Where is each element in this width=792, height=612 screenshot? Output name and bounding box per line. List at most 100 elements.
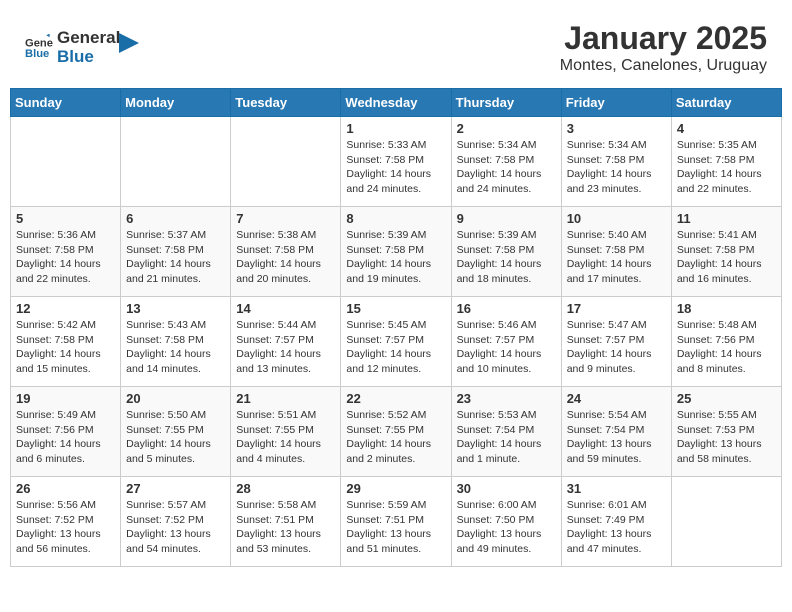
day-number: 20 — [126, 391, 225, 406]
calendar-day-cell: 20 Sunrise: 5:50 AM Sunset: 7:55 PM Dayli… — [121, 387, 231, 477]
calendar-day-cell: 16 Sunrise: 5:46 AM Sunset: 7:57 PM Dayli… — [451, 297, 561, 387]
calendar-day-cell: 15 Sunrise: 5:45 AM Sunset: 7:57 PM Dayli… — [341, 297, 451, 387]
day-info: Sunrise: 5:35 AM Sunset: 7:58 PM Dayligh… — [677, 138, 776, 197]
calendar-day-cell: 1 Sunrise: 5:33 AM Sunset: 7:58 PM Daylig… — [341, 117, 451, 207]
day-info: Sunrise: 5:33 AM Sunset: 7:58 PM Dayligh… — [346, 138, 445, 197]
day-info: Sunrise: 5:51 AM Sunset: 7:55 PM Dayligh… — [236, 408, 335, 467]
calendar-day-cell — [11, 117, 121, 207]
day-of-week-header: Tuesday — [231, 89, 341, 117]
calendar-day-cell: 7Sunrise: 5:38 AM Sunset: 7:58 PM Daylig… — [231, 207, 341, 297]
day-info: Sunrise: 5:50 AM Sunset: 7:55 PM Dayligh… — [126, 408, 225, 467]
day-number: 5 — [16, 211, 115, 226]
day-number: 27 — [126, 481, 225, 496]
day-info: Sunrise: 5:47 AM Sunset: 7:57 PM Dayligh… — [567, 318, 666, 377]
svg-text:Blue: Blue — [25, 48, 49, 60]
calendar-day-cell: 26Sunrise: 5:56 AM Sunset: 7:52 PM Dayli… — [11, 477, 121, 567]
calendar-day-cell: 29Sunrise: 5:59 AM Sunset: 7:51 PM Dayli… — [341, 477, 451, 567]
day-info: Sunrise: 5:40 AM Sunset: 7:58 PM Dayligh… — [567, 228, 666, 287]
calendar-day-cell: 9 Sunrise: 5:39 AM Sunset: 7:58 PM Daylig… — [451, 207, 561, 297]
day-info: Sunrise: 5:34 AM Sunset: 7:58 PM Dayligh… — [457, 138, 556, 197]
day-info: Sunrise: 6:00 AM Sunset: 7:50 PM Dayligh… — [457, 498, 556, 557]
day-number: 14 — [236, 301, 335, 316]
location-title: Montes, Canelones, Uruguay — [560, 57, 767, 75]
title-block: January 2025 Montes, Canelones, Uruguay — [560, 20, 767, 75]
day-of-week-header: Friday — [561, 89, 671, 117]
day-number: 15 — [346, 301, 445, 316]
day-info: Sunrise: 5:45 AM Sunset: 7:57 PM Dayligh… — [346, 318, 445, 377]
day-info: Sunrise: 5:41 AM Sunset: 7:58 PM Dayligh… — [677, 228, 776, 287]
day-number: 30 — [457, 481, 556, 496]
calendar-table: SundayMondayTuesdayWednesdayThursdayFrid… — [10, 88, 782, 567]
calendar-day-cell: 3Sunrise: 5:34 AM Sunset: 7:58 PM Daylig… — [561, 117, 671, 207]
calendar-day-cell: 19 Sunrise: 5:49 AM Sunset: 7:56 PM Dayli… — [11, 387, 121, 477]
calendar-day-cell: 14Sunrise: 5:44 AM Sunset: 7:57 PM Dayli… — [231, 297, 341, 387]
day-number: 24 — [567, 391, 666, 406]
day-info: Sunrise: 5:48 AM Sunset: 7:56 PM Dayligh… — [677, 318, 776, 377]
calendar-week-row: 19 Sunrise: 5:49 AM Sunset: 7:56 PM Dayli… — [11, 387, 782, 477]
day-info: Sunrise: 5:55 AM Sunset: 7:53 PM Dayligh… — [677, 408, 776, 467]
day-info: Sunrise: 5:53 AM Sunset: 7:54 PM Dayligh… — [457, 408, 556, 467]
calendar-day-cell: 25 Sunrise: 5:55 AM Sunset: 7:53 PM Dayli… — [671, 387, 781, 477]
day-number: 18 — [677, 301, 776, 316]
day-of-week-header: Wednesday — [341, 89, 451, 117]
day-number: 16 — [457, 301, 556, 316]
day-number: 10 — [567, 211, 666, 226]
calendar-day-cell — [231, 117, 341, 207]
calendar-week-row: 5Sunrise: 5:36 AM Sunset: 7:58 PM Daylig… — [11, 207, 782, 297]
day-info: Sunrise: 5:56 AM Sunset: 7:52 PM Dayligh… — [16, 498, 115, 557]
day-number: 9 — [457, 211, 556, 226]
day-info: Sunrise: 5:43 AM Sunset: 7:58 PM Dayligh… — [126, 318, 225, 377]
calendar-week-row: 26Sunrise: 5:56 AM Sunset: 7:52 PM Dayli… — [11, 477, 782, 567]
logo-blue-text: Blue — [57, 48, 120, 67]
day-number: 12 — [16, 301, 115, 316]
calendar-day-cell: 4Sunrise: 5:35 AM Sunset: 7:58 PM Daylig… — [671, 117, 781, 207]
day-of-week-header: Monday — [121, 89, 231, 117]
calendar-day-cell: 21 Sunrise: 5:51 AM Sunset: 7:55 PM Dayli… — [231, 387, 341, 477]
day-number: 6 — [126, 211, 225, 226]
calendar-header-row: SundayMondayTuesdayWednesdayThursdayFrid… — [11, 89, 782, 117]
day-number: 23 — [457, 391, 556, 406]
day-of-week-header: Sunday — [11, 89, 121, 117]
month-title: January 2025 — [560, 20, 767, 57]
calendar-day-cell: 23 Sunrise: 5:53 AM Sunset: 7:54 PM Dayli… — [451, 387, 561, 477]
day-info: Sunrise: 5:54 AM Sunset: 7:54 PM Dayligh… — [567, 408, 666, 467]
page-header: General Blue General Blue January 2025 M… — [10, 10, 782, 80]
day-info: Sunrise: 6:01 AM Sunset: 7:49 PM Dayligh… — [567, 498, 666, 557]
calendar-day-cell — [671, 477, 781, 567]
calendar-day-cell: 13 Sunrise: 5:43 AM Sunset: 7:58 PM Dayli… — [121, 297, 231, 387]
day-info: Sunrise: 5:42 AM Sunset: 7:58 PM Dayligh… — [16, 318, 115, 377]
calendar-week-row: 1 Sunrise: 5:33 AM Sunset: 7:58 PM Daylig… — [11, 117, 782, 207]
day-number: 28 — [236, 481, 335, 496]
day-info: Sunrise: 5:57 AM Sunset: 7:52 PM Dayligh… — [126, 498, 225, 557]
logo-icon: General Blue — [25, 34, 53, 62]
day-number: 8 — [346, 211, 445, 226]
day-number: 13 — [126, 301, 225, 316]
calendar-day-cell: 8Sunrise: 5:39 AM Sunset: 7:58 PM Daylig… — [341, 207, 451, 297]
day-number: 17 — [567, 301, 666, 316]
logo-arrow-icon — [119, 33, 139, 53]
day-number: 3 — [567, 121, 666, 136]
day-number: 19 — [16, 391, 115, 406]
calendar-day-cell — [121, 117, 231, 207]
day-info: Sunrise: 5:46 AM Sunset: 7:57 PM Dayligh… — [457, 318, 556, 377]
day-number: 22 — [346, 391, 445, 406]
day-of-week-header: Saturday — [671, 89, 781, 117]
calendar-day-cell: 10 Sunrise: 5:40 AM Sunset: 7:58 PM Dayli… — [561, 207, 671, 297]
calendar-day-cell: 17 Sunrise: 5:47 AM Sunset: 7:57 PM Dayli… — [561, 297, 671, 387]
day-number: 25 — [677, 391, 776, 406]
day-info: Sunrise: 5:49 AM Sunset: 7:56 PM Dayligh… — [16, 408, 115, 467]
day-number: 11 — [677, 211, 776, 226]
calendar-day-cell: 28Sunrise: 5:58 AM Sunset: 7:51 PM Dayli… — [231, 477, 341, 567]
calendar-day-cell: 11 Sunrise: 5:41 AM Sunset: 7:58 PM Dayli… — [671, 207, 781, 297]
day-number: 31 — [567, 481, 666, 496]
day-of-week-header: Thursday — [451, 89, 561, 117]
day-number: 7 — [236, 211, 335, 226]
day-number: 1 — [346, 121, 445, 136]
calendar-week-row: 12 Sunrise: 5:42 AM Sunset: 7:58 PM Dayli… — [11, 297, 782, 387]
day-info: Sunrise: 5:59 AM Sunset: 7:51 PM Dayligh… — [346, 498, 445, 557]
day-number: 21 — [236, 391, 335, 406]
calendar-day-cell: 30 Sunrise: 6:00 AM Sunset: 7:50 PM Dayli… — [451, 477, 561, 567]
calendar-day-cell: 12 Sunrise: 5:42 AM Sunset: 7:58 PM Dayli… — [11, 297, 121, 387]
day-info: Sunrise: 5:39 AM Sunset: 7:58 PM Dayligh… — [457, 228, 556, 287]
logo: General Blue General Blue — [25, 29, 139, 66]
